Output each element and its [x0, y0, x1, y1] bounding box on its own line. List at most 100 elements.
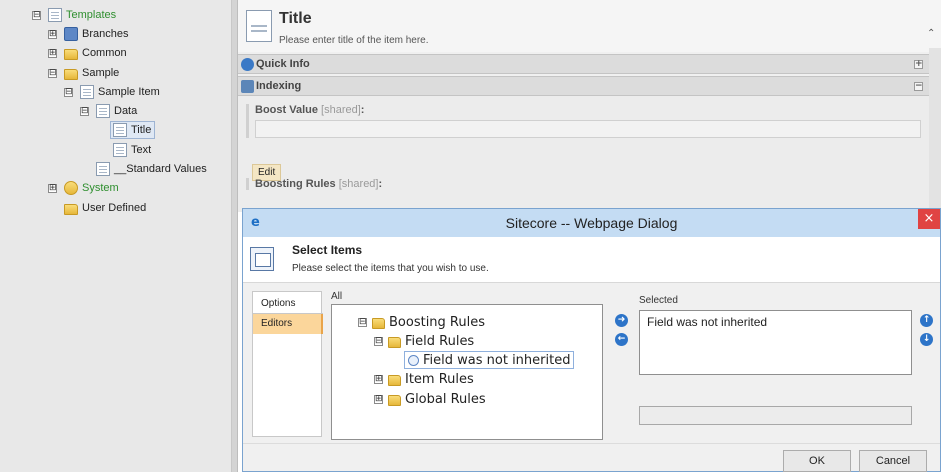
editor-tabs: Options Editors	[252, 291, 323, 437]
templates-icon	[48, 8, 62, 22]
move-up-arrow-icon[interactable]: ↑	[920, 314, 933, 327]
expand-toggle-icon[interactable]: ⊞	[48, 29, 57, 39]
tree-item-sample[interactable]: ⊟ Sample	[48, 64, 119, 82]
tree-item-text[interactable]: Text	[113, 141, 151, 159]
rule-node-field-rules[interactable]: ⊟ Field Rules	[374, 332, 474, 350]
item-header: Title Please enter title of the item her…	[238, 0, 941, 52]
folder-icon	[64, 68, 78, 80]
webpage-dialog: e Sitecore -- Webpage Dialog × Select It…	[242, 208, 941, 472]
expand-toggle-icon[interactable]: ⊞	[374, 374, 383, 384]
indexing-icon	[241, 79, 254, 93]
template-icon	[80, 85, 94, 99]
branches-icon	[64, 27, 78, 41]
system-folder-icon	[64, 181, 78, 195]
tree-item-templates[interactable]: ⊟ Templates	[32, 6, 116, 24]
collapse-toggle-icon[interactable]: ⊟	[64, 87, 73, 97]
tree-label: System	[82, 182, 119, 194]
section-quick-info[interactable]: Quick Info +	[238, 54, 929, 74]
field-icon	[113, 123, 127, 137]
tree-label: Boosting Rules	[389, 314, 486, 330]
cancel-button[interactable]: Cancel	[859, 450, 927, 472]
tree-label: Common	[82, 47, 127, 59]
folder-icon	[372, 317, 385, 329]
rule-icon	[408, 354, 419, 366]
field-label: Boost Value [shared]:	[255, 104, 365, 116]
expand-toggle-icon[interactable]: ⊞	[48, 48, 57, 58]
tree-label: Text	[131, 144, 152, 156]
rule-selector: All Selected ⊟ Boosting Rules ⊟ Field Ru…	[323, 291, 941, 440]
folder-icon	[388, 374, 401, 386]
tree-label: Branches	[82, 28, 129, 40]
collapse-toggle-icon[interactable]: −	[914, 81, 923, 91]
collapse-toggle-icon[interactable]: ⊟	[374, 336, 383, 346]
item-title: Title	[279, 10, 312, 27]
section-label: Quick Info	[256, 58, 310, 70]
rule-node-field-not-inherited[interactable]: Field was not inherited	[404, 351, 575, 369]
folder-icon	[388, 336, 401, 348]
selected-label: Selected	[639, 295, 678, 306]
tree-item-standard-values[interactable]: __Standard Values	[96, 160, 207, 178]
tree-item-title[interactable]: Title	[110, 121, 156, 139]
tree-label: Field was not inherited	[423, 352, 571, 368]
selected-items-list: Field was not inherited	[639, 310, 912, 375]
move-down-arrow-icon[interactable]: ↓	[920, 333, 933, 346]
tree-item-data[interactable]: ⊟ Data	[80, 102, 137, 120]
tree-label: Data	[114, 105, 138, 117]
tree-label: __Standard Values	[114, 163, 207, 175]
folder-icon	[64, 48, 78, 60]
tree-item-system[interactable]: ⊞ System	[48, 179, 119, 197]
boosting-rules-field: Boosting Rules [shared]:	[246, 178, 382, 190]
field-item-icon	[246, 10, 272, 42]
folder-icon	[64, 203, 78, 215]
remove-left-arrow-icon[interactable]: ←	[615, 333, 628, 346]
tree-label: Templates	[66, 9, 117, 21]
close-icon[interactable]: ×	[918, 209, 940, 229]
tree-label: Global Rules	[405, 391, 486, 407]
tree-item-user-defined[interactable]: User Defined	[64, 199, 146, 217]
collapse-toggle-icon[interactable]: ⊟	[32, 10, 41, 20]
info-icon	[241, 57, 254, 71]
section-label: Indexing	[256, 80, 302, 92]
dialog-header-subtitle: Please select the items that you wish to…	[292, 263, 489, 274]
boost-value-field: Boost Value [shared]:	[246, 104, 921, 138]
content-editor: Title Please enter title of the item her…	[238, 0, 941, 212]
folder-icon	[388, 394, 401, 406]
tab-options[interactable]: Options	[253, 294, 323, 314]
add-right-arrow-icon[interactable]: ➜	[615, 314, 628, 327]
field-label: Boosting Rules [shared]:	[255, 178, 383, 190]
expand-toggle-icon[interactable]: +	[914, 59, 923, 69]
tree-item-common[interactable]: ⊞ Common	[48, 44, 127, 62]
tree-label: Item Rules	[405, 371, 474, 387]
all-label: All	[331, 291, 343, 302]
expand-toggle-icon[interactable]: ⊞	[48, 183, 57, 193]
dialog-title: Sitecore -- Webpage Dialog	[505, 215, 678, 231]
chevron-up-icon[interactable]: ⌃	[927, 28, 937, 39]
tree-label: Sample Item	[98, 86, 160, 98]
indexing-fields: Boost Value [shared]: Edit Boosting Rule…	[238, 96, 929, 212]
field-icon	[113, 143, 127, 157]
tree-label: Sample	[82, 67, 120, 79]
rule-node-boosting-rules[interactable]: ⊟ Boosting Rules	[358, 313, 485, 331]
section-icon	[96, 104, 110, 118]
selected-item[interactable]: Field was not inherited	[647, 315, 904, 329]
tree-item-sample-item[interactable]: ⊟ Sample Item	[64, 83, 160, 101]
section-indexing[interactable]: Indexing −	[238, 76, 929, 96]
select-items-icon	[250, 247, 274, 271]
dialog-footer: OK Cancel	[243, 443, 940, 472]
collapse-toggle-icon[interactable]: ⊟	[80, 106, 89, 116]
rule-node-item-rules[interactable]: ⊞ Item Rules	[374, 370, 474, 388]
item-subtitle: Please enter title of the item here.	[279, 35, 429, 46]
collapse-toggle-icon[interactable]: ⊟	[48, 68, 57, 78]
ok-button[interactable]: OK	[783, 450, 851, 472]
editor-scrollbar[interactable]	[929, 48, 941, 212]
expand-toggle-icon[interactable]: ⊞	[374, 394, 383, 404]
tree-item-branches[interactable]: ⊞ Branches	[48, 25, 128, 43]
tree-label: User Defined	[82, 202, 147, 214]
rule-description-box	[639, 406, 912, 425]
dialog-titlebar[interactable]: e Sitecore -- Webpage Dialog ×	[243, 209, 940, 237]
tab-editors[interactable]: Editors	[253, 314, 323, 334]
rule-node-global-rules[interactable]: ⊞ Global Rules	[374, 390, 486, 408]
dialog-header: Select Items Please select the items tha…	[243, 237, 940, 283]
boost-value-input[interactable]	[255, 120, 921, 138]
collapse-toggle-icon[interactable]: ⊟	[358, 317, 367, 327]
